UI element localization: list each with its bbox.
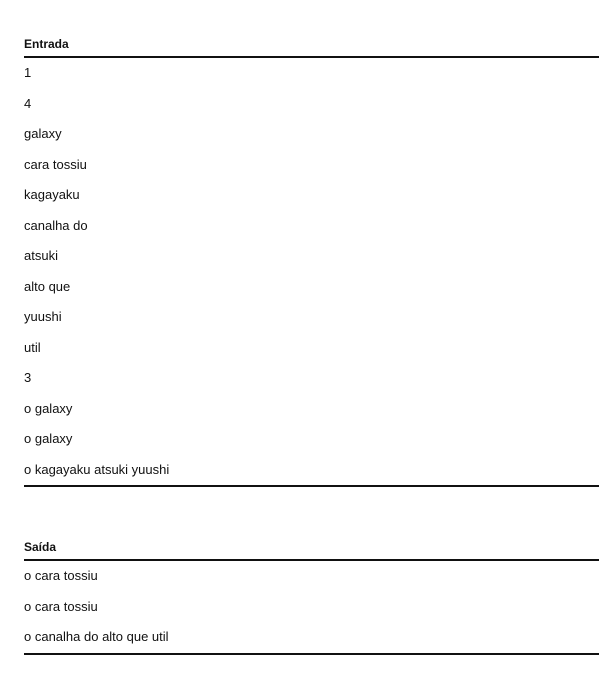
input-line: 4 xyxy=(24,95,32,111)
output-line: o cara tossiu xyxy=(24,568,98,583)
input-section: Entrada 1 4 galaxy cara tossiu kagayaku … xyxy=(24,30,599,487)
input-lines: 1 4 galaxy cara tossiu kagayaku canalha … xyxy=(24,58,599,487)
input-line: 1 xyxy=(24,65,32,80)
input-line: galaxy xyxy=(24,126,62,141)
output-line: o cara tossiu xyxy=(24,598,98,614)
input-line: util xyxy=(24,339,41,355)
output-section: Saída o cara tossiu o cara tossiu o cana… xyxy=(24,533,599,655)
input-line: yuushi xyxy=(24,309,62,324)
output-heading: Saída xyxy=(24,533,599,561)
input-line: atsuki xyxy=(24,248,58,263)
input-line: cara tossiu xyxy=(24,156,87,172)
input-line: alto que xyxy=(24,278,71,294)
input-line: o galaxy xyxy=(24,400,73,416)
input-line: kagayaku xyxy=(24,187,80,202)
input-line: 3 xyxy=(24,370,32,385)
input-heading: Entrada xyxy=(24,30,599,58)
input-line: o galaxy xyxy=(24,431,73,446)
input-line: o kagayaku atsuki yuushi xyxy=(24,461,170,477)
output-lines: o cara tossiu o cara tossiu o canalha do… xyxy=(24,561,599,655)
input-line: canalha do xyxy=(24,217,88,233)
output-line: o canalha do alto que util xyxy=(24,629,169,644)
